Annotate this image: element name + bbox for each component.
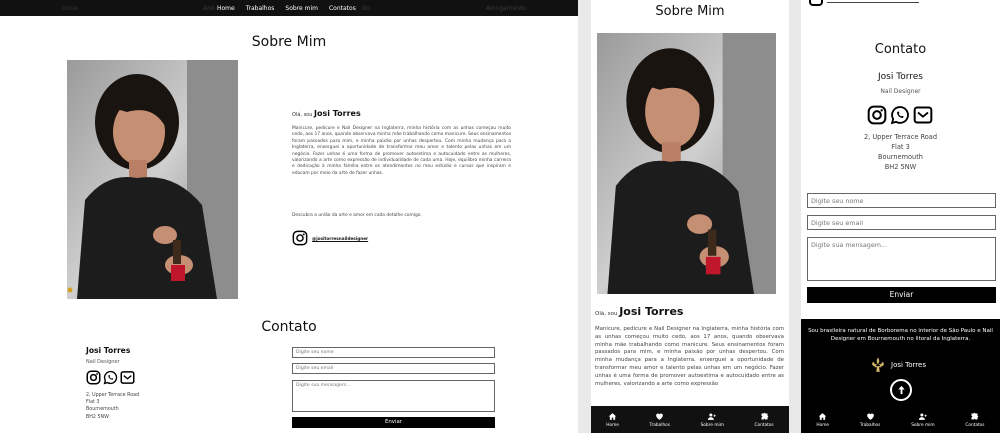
nav-contatos[interactable]: Contatos bbox=[329, 5, 356, 12]
footer-nav-label: Trabalhos bbox=[859, 422, 881, 428]
puzzle-icon bbox=[971, 412, 979, 419]
mobile-send-button[interactable]: Enviar bbox=[807, 287, 996, 303]
mobile-email-field[interactable]: Digite seu email bbox=[807, 215, 996, 230]
bottom-nav-home[interactable]: Home bbox=[606, 412, 619, 428]
footer-nav-label: Contatos bbox=[965, 422, 985, 428]
footer-brand-name: Josi Torres bbox=[891, 361, 926, 369]
profile-photo bbox=[67, 60, 238, 299]
footer-brand: Josi Torres bbox=[871, 357, 926, 373]
about-closing: Descubra a união da arte e amor em cada … bbox=[292, 213, 422, 218]
footer-nav-sobre-mim[interactable]: Sobre mim bbox=[911, 412, 935, 428]
heart-icon bbox=[656, 413, 664, 420]
top-navbar: Início Ano ito Alongamento Home Trabalho… bbox=[0, 0, 578, 16]
users-icon bbox=[918, 413, 927, 420]
about-title: Sobre Mim bbox=[251, 34, 327, 50]
mobile-contact-name: Josi Torres bbox=[878, 72, 923, 82]
contact-title: Contato bbox=[261, 319, 317, 335]
home-icon bbox=[818, 412, 827, 420]
mobile-message-field[interactable]: Digite sua mensagem... bbox=[807, 237, 996, 281]
footer-nav-trabalhos[interactable]: Trabalhos bbox=[859, 412, 881, 428]
arrow-up-icon bbox=[897, 385, 905, 395]
mobile-contact-view: Contato Josi Torres Nail Designer 2, Upp… bbox=[801, 0, 1000, 433]
mail-icon[interactable] bbox=[913, 105, 933, 129]
bottom-nav-label: Home bbox=[606, 422, 619, 428]
instagram-handle: @jositorresnaildesigner bbox=[312, 236, 369, 241]
address-line: Bournemouth bbox=[878, 152, 923, 161]
cropped-instagram-icon bbox=[809, 0, 823, 6]
mobile-contact-role: Nail Designer bbox=[880, 88, 921, 95]
address-line: Bournemouth bbox=[86, 407, 119, 413]
greeting-prefix: Olá, sou bbox=[595, 311, 618, 317]
cropped-link-underline bbox=[827, 2, 919, 3]
mobile-about-view: Sobre Mim Olá, sou Josi Torres Manicure,… bbox=[591, 0, 789, 433]
fleur-de-lis-icon bbox=[872, 357, 884, 372]
instagram-icon bbox=[292, 230, 308, 247]
name-field[interactable]: Digite seu nome bbox=[292, 347, 495, 358]
bottom-nav-label: Contatos bbox=[754, 422, 774, 428]
instagram-link[interactable]: @jositorresnaildesigner bbox=[292, 230, 368, 247]
heart-icon bbox=[866, 413, 874, 420]
address-line: BH2 5NW bbox=[884, 162, 917, 171]
mobile-contact-title: Contato bbox=[874, 42, 927, 57]
message-field[interactable]: Digite sua mensagem... bbox=[292, 380, 495, 412]
nav-faint-mid-right: ito bbox=[362, 4, 370, 12]
bottom-nav-label: Sobre mim bbox=[700, 422, 724, 428]
address-line: Flat 3 bbox=[86, 400, 100, 406]
nav-home[interactable]: Home bbox=[217, 5, 235, 12]
address-line: 2, Upper Terrace Road bbox=[863, 133, 938, 141]
address-line: 2, Upper Terrace Road bbox=[86, 393, 140, 398]
instagram-icon[interactable] bbox=[867, 105, 887, 129]
nav-trabalhos[interactable]: Trabalhos bbox=[246, 5, 275, 12]
mobile-name-field[interactable]: Digite seu nome bbox=[807, 193, 996, 208]
mobile-about-name: Josi Torres bbox=[619, 305, 684, 318]
greeting: Olá, sou Josi Torres bbox=[292, 109, 361, 118]
address-line: BH2 5NW bbox=[86, 414, 109, 420]
bottom-nav-trabalhos[interactable]: Trabalhos bbox=[649, 412, 671, 428]
instagram-icon[interactable] bbox=[86, 370, 101, 389]
footer-text: Sou brasileira natural de Borborema no i… bbox=[808, 328, 993, 343]
bottom-nav-sobre-mim[interactable]: Sobre mim bbox=[701, 412, 724, 428]
mobile-contact-icons bbox=[867, 105, 933, 129]
mobile-about-bio: Manicure, pedicure e Nail Designer na In… bbox=[595, 326, 784, 387]
nav-faint-mid-left: Ano bbox=[203, 4, 215, 12]
home-icon bbox=[608, 412, 617, 420]
mobile-bottom-nav: Home Trabalhos Sobre mim Contatos bbox=[591, 406, 789, 433]
bottom-nav-label: Trabalhos bbox=[649, 422, 671, 428]
footer-bottom-nav: Home Trabalhos Sobre mim Contatos bbox=[801, 406, 1000, 433]
email-field[interactable]: Digite seu email bbox=[292, 363, 495, 374]
contact-address: 2, Upper Terrace Road Flat 3 Bournemouth… bbox=[86, 392, 139, 421]
whatsapp-icon[interactable] bbox=[103, 370, 118, 389]
footer-nav-label: Sobre mim bbox=[911, 422, 935, 428]
nav-faint-left: Início bbox=[62, 4, 78, 12]
desktop-view: Início Ano ito Alongamento Home Trabalho… bbox=[0, 0, 578, 433]
mail-icon[interactable] bbox=[120, 370, 135, 389]
footer-nav-contatos[interactable]: Contatos bbox=[965, 412, 985, 428]
about-name: Josi Torres bbox=[314, 109, 361, 118]
mobile-greeting: Olá, sou Josi Torres bbox=[595, 305, 683, 318]
footer-nav-home[interactable]: Home bbox=[816, 412, 829, 428]
contact-name: Josi Torres bbox=[86, 346, 131, 355]
nav-faint-right: Alongamento bbox=[486, 4, 527, 12]
back-to-top-button[interactable] bbox=[890, 379, 912, 401]
nav-sobre-mim[interactable]: Sobre mim bbox=[285, 5, 318, 12]
nav-links: Home Trabalhos Sobre mim Contatos bbox=[217, 0, 356, 16]
send-button[interactable]: Enviar bbox=[292, 417, 495, 428]
footer: Sou brasileira natural de Borborema no i… bbox=[801, 319, 1000, 433]
footer-nav-label: Home bbox=[816, 422, 830, 428]
mobile-about-title: Sobre Mim bbox=[655, 4, 725, 19]
whatsapp-icon[interactable] bbox=[890, 105, 910, 129]
puzzle-icon bbox=[761, 412, 768, 419]
about-bio: Manicure, pedicure e Nail Designer na In… bbox=[292, 126, 511, 176]
mobile-contact-address: 2, Upper Terrace Road Flat 3 Bournemouth… bbox=[801, 133, 1000, 173]
bottom-nav-contatos[interactable]: Contatos bbox=[754, 412, 774, 428]
mobile-profile-photo bbox=[597, 33, 776, 294]
contact-icons bbox=[86, 370, 135, 389]
users-icon bbox=[708, 413, 716, 420]
contact-role: Nail Designer bbox=[86, 359, 120, 365]
address-line: Flat 3 bbox=[891, 142, 910, 151]
greeting-prefix: Olá, sou bbox=[292, 112, 313, 118]
